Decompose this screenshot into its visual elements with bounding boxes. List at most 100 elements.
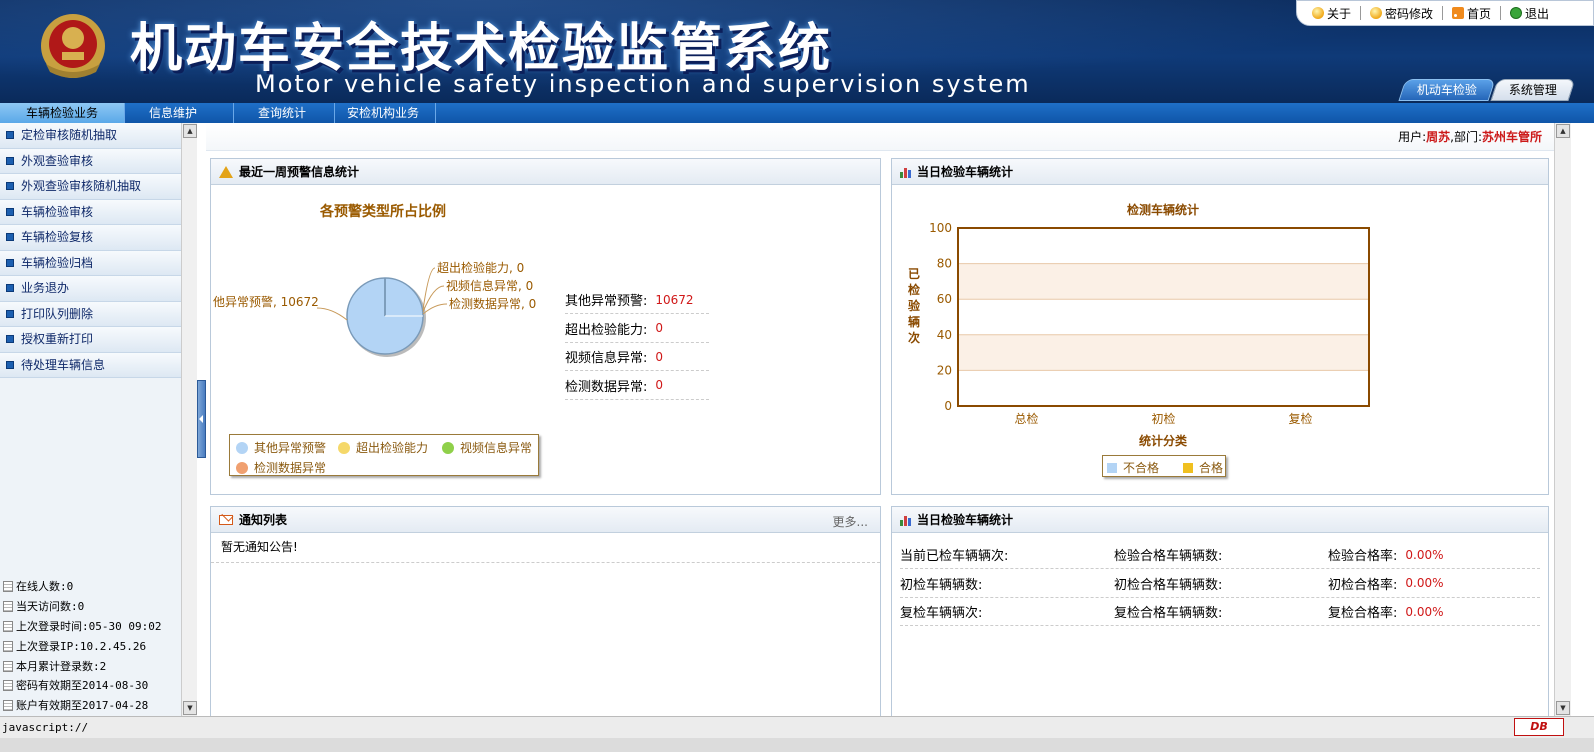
menu-item-label: 外观查验审核随机抽取 — [21, 179, 142, 194]
legend-item[interactable]: 视频信息异常 — [442, 439, 532, 456]
panel-header: 当日检验车辆统计 — [892, 507, 1548, 533]
user-name: 周苏 — [1426, 130, 1451, 144]
menu-item-label: 业务退办 — [21, 281, 70, 296]
bar-chart-icon — [900, 514, 911, 526]
sidebar-collapse-handle[interactable] — [197, 380, 206, 458]
sidebar-menu-item[interactable]: 定检审核随机抽取 — [0, 123, 181, 149]
daily-inspection-panel: 当日检验车辆统计 检测车辆统计 0 20 40 60 80 100 总检 初检 复检 已检验辆… — [891, 158, 1549, 495]
stat-label: 复检合格率: — [1328, 606, 1398, 621]
warning-pie-chart: 各预警类型所占比例 他异常预警, 10672 超出检验能力, 0 视频信息异常, 0… — [213, 203, 536, 357]
warning-stat-value: 0 — [655, 378, 664, 392]
tab-label: 系统管理 — [1508, 83, 1557, 97]
tab-system-management[interactable]: 系统管理 — [1490, 79, 1576, 101]
sidebar-menu-item[interactable]: 授权重新打印 — [0, 327, 181, 353]
sidebar-menu-item[interactable]: 外观查验审核随机抽取 — [0, 174, 181, 200]
login-stat-item: 账户有效期至2017-04-28 — [0, 696, 181, 716]
menu-item-label: 车辆检验复核 — [21, 230, 94, 245]
logout-link[interactable]: 退出 — [1505, 5, 1554, 22]
nav-tab-vehicle-inspection-business[interactable]: 车辆检验业务 — [0, 103, 126, 123]
notice-panel: 通知列表 更多... 暂无通知公告! — [210, 506, 881, 718]
stat-cell: 初检合格车辆辆数: — [1114, 574, 1230, 593]
panel-title: 当日检验车辆统计 — [917, 513, 1014, 527]
y-tick-label: 0 — [944, 399, 952, 413]
warning-stat-label: 其他异常预警: — [565, 294, 648, 309]
change-password-link[interactable]: 密码修改 — [1365, 5, 1438, 22]
scroll-up-button[interactable]: ▲ — [183, 124, 197, 138]
inspection-bar-chart: 检测车辆统计 0 20 40 60 80 100 总检 初检 复检 已检验辆次 统计分类 — [908, 202, 1370, 448]
bullet-icon — [6, 207, 14, 216]
stat-text: 在线人数:0 — [16, 580, 74, 594]
scroll-down-button[interactable]: ▼ — [1556, 701, 1570, 715]
home-link[interactable]: 首页 — [1447, 5, 1496, 22]
document-icon — [3, 640, 13, 652]
user-info-bar: 用户:周苏,部门:苏州车管所 — [206, 123, 1554, 151]
nav-tab-agency-business[interactable]: 安检机构业务 — [335, 103, 437, 123]
bulb-icon — [1312, 7, 1324, 19]
sidebar-scrollbar[interactable]: ▲ ▼ — [181, 123, 197, 716]
legend-label: 超出检验能力 — [356, 441, 429, 455]
menu-item-label: 外观查验审核 — [21, 153, 94, 168]
sidebar-menu-item[interactable]: 打印队列删除 — [0, 301, 181, 327]
x-tick-label: 总检 — [1014, 411, 1038, 426]
y-axis-label-char: 次 — [908, 330, 920, 345]
stat-label: 复检车辆辆次: — [900, 606, 983, 621]
stat-cell: 复检合格率: 0.00% — [1328, 602, 1444, 622]
daily-stats-panel: 当日检验车辆统计 当前已检车辆辆次: 检验合格车辆辆数: 检验合格率: 0.00% 初检… — [891, 506, 1549, 718]
stat-label: 初检合格车辆辆数: — [1114, 577, 1223, 593]
warning-stat-label: 超出检验能力: — [565, 322, 648, 338]
mail-icon — [219, 514, 233, 525]
stat-label: 复检合格车辆辆数: — [1114, 606, 1223, 621]
stat-label: 检验合格率: — [1328, 549, 1398, 564]
stat-cell: 复检合格车辆辆数: — [1114, 602, 1230, 621]
sidebar-menu-item[interactable]: 车辆检验审核 — [0, 199, 181, 225]
y-tick-label: 60 — [937, 292, 952, 306]
more-link[interactable]: 更多... — [833, 513, 868, 530]
panel-title: 通知列表 — [239, 513, 288, 527]
sidebar-menu-item[interactable]: 业务退办 — [0, 276, 181, 302]
legend-swatch — [442, 441, 454, 454]
scroll-down-button[interactable]: ▼ — [183, 701, 197, 715]
panel-header: 通知列表 更多... — [211, 507, 880, 533]
sidebar-menu-item[interactable]: 车辆检验复核 — [0, 225, 181, 251]
stat-label: 初检车辆辆数: — [900, 577, 983, 593]
exit-icon — [1510, 7, 1523, 19]
main-scrollbar[interactable]: ▲ ▼ — [1554, 123, 1571, 716]
sidebar: 定检审核随机抽取外观查验审核外观查验审核随机抽取车辆检验审核车辆检验复核车辆检验… — [0, 123, 181, 716]
plot-area — [957, 227, 1370, 407]
tab-vehicle-inspection[interactable]: 机动车检验 — [1398, 79, 1496, 101]
legend-item[interactable]: 合格 — [1183, 459, 1223, 476]
stat-value: 0.00% — [1405, 547, 1444, 562]
sidebar-menu: 定检审核随机抽取外观查验审核外观查验审核随机抽取车辆检验审核车辆检验复核车辆检验… — [0, 123, 181, 378]
legend-item[interactable]: 超出检验能力 — [338, 439, 428, 456]
daily-stats-row: 初检车辆辆数: 初检合格车辆辆数: 初检合格率: 0.00% — [900, 570, 1540, 598]
bullet-icon — [6, 233, 14, 242]
warning-stat-value: 0 — [655, 321, 664, 335]
nav-tab-query-statistics[interactable]: 查询统计 — [234, 103, 336, 123]
legend-label: 其他异常预警 — [254, 441, 327, 455]
panel-title: 最近一周预警信息统计 — [239, 165, 360, 179]
bullet-icon — [6, 284, 14, 293]
legend-item[interactable]: 其他异常预警 — [236, 439, 326, 456]
pie-label-connector — [422, 303, 448, 315]
stat-value: 0.00% — [1405, 576, 1444, 590]
menu-item-label: 授权重新打印 — [21, 332, 94, 347]
stat-text: 账户有效期至2017-04-28 — [16, 699, 149, 713]
brand-logo: DB — [1514, 718, 1564, 736]
dept-name: 苏州车管所 — [1481, 130, 1542, 144]
sidebar-menu-item[interactable]: 待处理车辆信息 — [0, 352, 181, 378]
legend-label: 合格 — [1199, 461, 1224, 475]
stat-cell: 检验合格车辆辆数: — [1114, 545, 1230, 564]
login-stat-item: 上次登录IP:10.2.45.26 — [0, 636, 181, 656]
legend-swatch — [236, 461, 248, 474]
scroll-up-button[interactable]: ▲ — [1556, 124, 1570, 138]
bullet-icon — [6, 182, 14, 191]
nav-tab-info-maintenance[interactable]: 信息维护 — [125, 103, 235, 123]
login-stat-item: 本月累计登录数:2 — [0, 656, 181, 676]
legend-swatch — [1183, 462, 1193, 473]
login-stat-item: 密码有效期至2014-08-30 — [0, 676, 181, 696]
legend-item[interactable]: 检测数据异常 — [236, 459, 326, 476]
about-link[interactable]: 关于 — [1307, 5, 1356, 22]
legend-item[interactable]: 不合格 — [1107, 459, 1159, 476]
sidebar-menu-item[interactable]: 车辆检验归档 — [0, 250, 181, 276]
sidebar-menu-item[interactable]: 外观查验审核 — [0, 148, 181, 174]
